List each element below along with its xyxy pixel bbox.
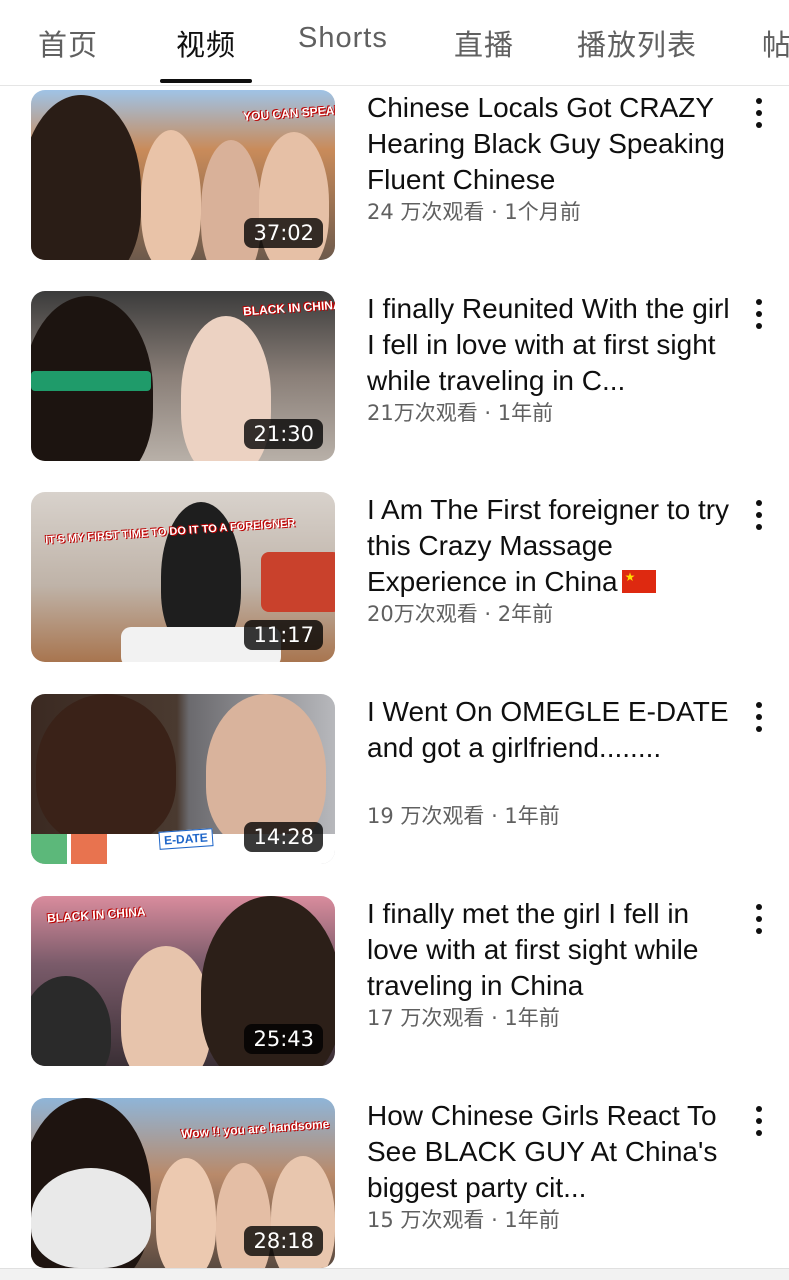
video-thumbnail[interactable]: BLACK IN CHINA 21:30 bbox=[31, 291, 335, 461]
more-vertical-icon[interactable] bbox=[747, 1104, 771, 1140]
tab-videos[interactable]: 视频 bbox=[176, 22, 236, 64]
china-flag-icon bbox=[621, 570, 656, 593]
video-item[interactable]: IT'S MY FIRST TIME TO DO IT TO A FOREIGN… bbox=[0, 492, 789, 670]
more-vertical-icon[interactable] bbox=[747, 498, 771, 534]
bottom-navigation-edge bbox=[0, 1268, 789, 1280]
video-item[interactable]: BLACK IN CHINA 25:43 I finally met the g… bbox=[0, 896, 789, 1074]
video-item[interactable]: E-DATE 14:28 I Went On OMEGLE E-DATE and… bbox=[0, 694, 789, 872]
video-meta: 20万次观看 · 2年前 bbox=[367, 602, 554, 626]
more-vertical-icon[interactable] bbox=[747, 96, 771, 132]
video-duration: 21:30 bbox=[244, 419, 323, 449]
more-vertical-icon[interactable] bbox=[747, 700, 771, 736]
video-meta: 21万次观看 · 1年前 bbox=[367, 401, 554, 425]
video-duration: 14:28 bbox=[244, 822, 323, 852]
video-title-text: I Am The First foreigner to try this Cra… bbox=[367, 494, 730, 597]
thumbnail-caption: E-DATE bbox=[158, 828, 214, 850]
video-title[interactable]: How Chinese Girls React To See BLACK GUY… bbox=[367, 1098, 739, 1206]
tab-posts[interactable]: 帖 bbox=[762, 22, 789, 64]
video-meta: 19 万次观看 · 1年前 bbox=[367, 804, 560, 828]
video-thumbnail[interactable]: Wow !! you are handsome 28:18 bbox=[31, 1098, 335, 1268]
video-thumbnail[interactable]: IT'S MY FIRST TIME TO DO IT TO A FOREIGN… bbox=[31, 492, 335, 662]
video-item[interactable]: YOU CAN SPEAK!! 37:02 Chinese Locals Got… bbox=[0, 90, 789, 268]
video-meta: 24 万次观看 · 1个月前 bbox=[367, 200, 581, 224]
video-title[interactable]: I finally met the girl I fell in love wi… bbox=[367, 896, 739, 1004]
video-title[interactable]: I Am The First foreigner to try this Cra… bbox=[367, 492, 739, 600]
video-meta: 17 万次观看 · 1年前 bbox=[367, 1006, 560, 1030]
channel-tab-bar: 首页 视频 Shorts 直播 播放列表 帖 bbox=[0, 0, 789, 86]
video-meta: 15 万次观看 · 1年前 bbox=[367, 1208, 560, 1232]
video-item[interactable]: BLACK IN CHINA 21:30 I finally Reunited … bbox=[0, 291, 789, 469]
tab-playlists[interactable]: 播放列表 bbox=[577, 22, 697, 64]
active-tab-indicator bbox=[160, 79, 252, 83]
video-duration: 37:02 bbox=[244, 218, 323, 248]
video-title[interactable]: I Went On OMEGLE E-DATE and got a girlfr… bbox=[367, 694, 739, 766]
video-duration: 28:18 bbox=[244, 1226, 323, 1256]
video-list: YOU CAN SPEAK!! 37:02 Chinese Locals Got… bbox=[0, 86, 789, 1280]
video-title[interactable]: Chinese Locals Got CRAZY Hearing Black G… bbox=[367, 90, 739, 198]
video-duration: 25:43 bbox=[244, 1024, 323, 1054]
video-thumbnail[interactable]: BLACK IN CHINA 25:43 bbox=[31, 896, 335, 1066]
video-duration: 11:17 bbox=[244, 620, 323, 650]
more-vertical-icon[interactable] bbox=[747, 297, 771, 333]
tab-shorts[interactable]: Shorts bbox=[298, 22, 388, 55]
video-title[interactable]: I finally Reunited With the girl I fell … bbox=[367, 291, 739, 399]
video-item[interactable]: Wow !! you are handsome 28:18 How Chines… bbox=[0, 1098, 789, 1276]
tab-live[interactable]: 直播 bbox=[454, 22, 514, 64]
more-vertical-icon[interactable] bbox=[747, 902, 771, 938]
tab-home[interactable]: 首页 bbox=[38, 22, 98, 64]
video-thumbnail[interactable]: E-DATE 14:28 bbox=[31, 694, 335, 864]
video-thumbnail[interactable]: YOU CAN SPEAK!! 37:02 bbox=[31, 90, 335, 260]
